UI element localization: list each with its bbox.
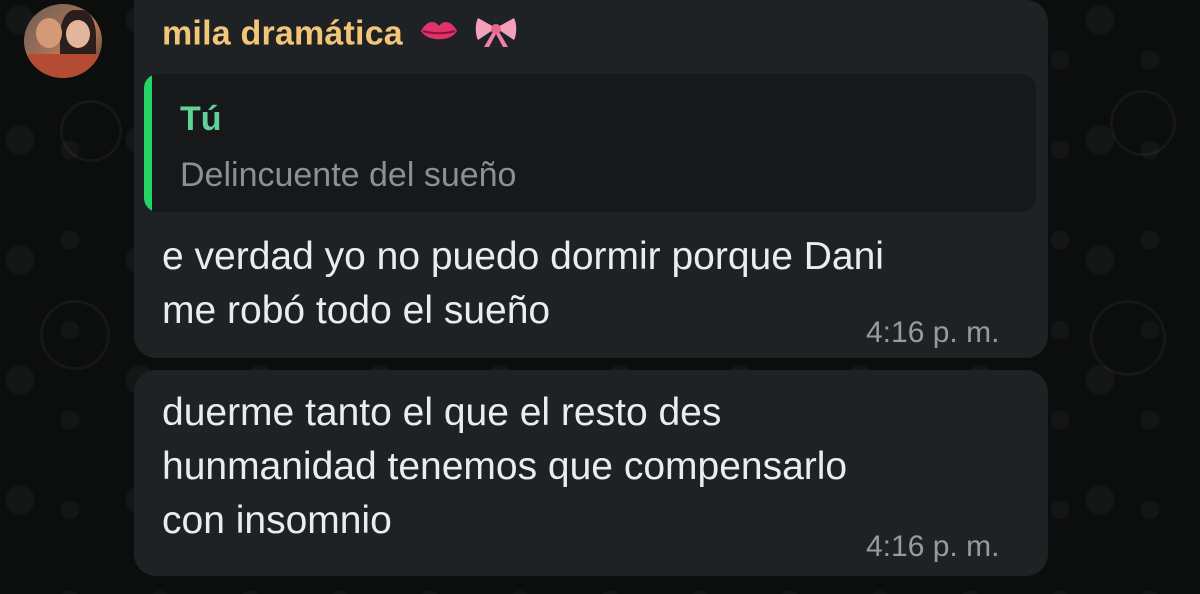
message-text: duerme tanto el que el resto des hunmani…: [162, 391, 848, 542]
sender-name[interactable]: mila dramática: [162, 14, 518, 57]
reply-text: Delincuente del sueño: [180, 156, 517, 194]
watermelon-doodle-icon: [1110, 90, 1176, 156]
watermelon-doodle-icon: [60, 100, 122, 162]
smiley-doodle-icon: [1090, 300, 1166, 376]
message-timestamp: 4:16 p. m.: [866, 316, 1000, 349]
ribbon-icon: [474, 14, 518, 57]
smiley-doodle-icon: [40, 300, 110, 370]
kiss-mark-icon: [419, 16, 459, 55]
reply-quote-bar: [144, 74, 152, 212]
avatar[interactable]: [24, 4, 102, 78]
message-timestamp: 4:16 p. m.: [866, 530, 1000, 563]
reply-quote[interactable]: Tú Delincuente del sueño: [144, 74, 1036, 212]
reply-author: Tú: [180, 100, 222, 138]
